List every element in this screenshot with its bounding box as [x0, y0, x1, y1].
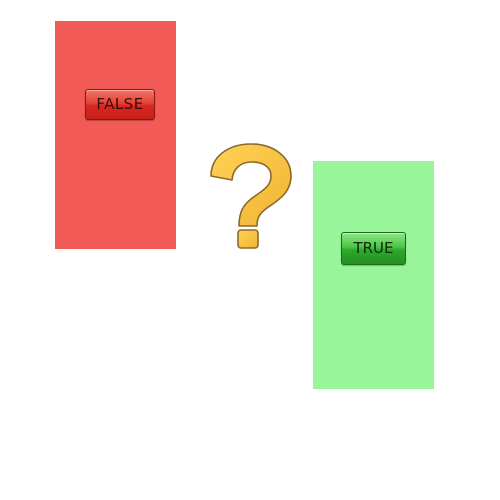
false-button[interactable]: FALSE: [85, 89, 155, 120]
true-button[interactable]: TRUE: [341, 232, 406, 265]
true-panel: [313, 161, 434, 389]
canvas: FALSE TRUE: [0, 0, 500, 500]
question-mark-icon: [210, 143, 292, 249]
false-panel: [55, 21, 176, 249]
